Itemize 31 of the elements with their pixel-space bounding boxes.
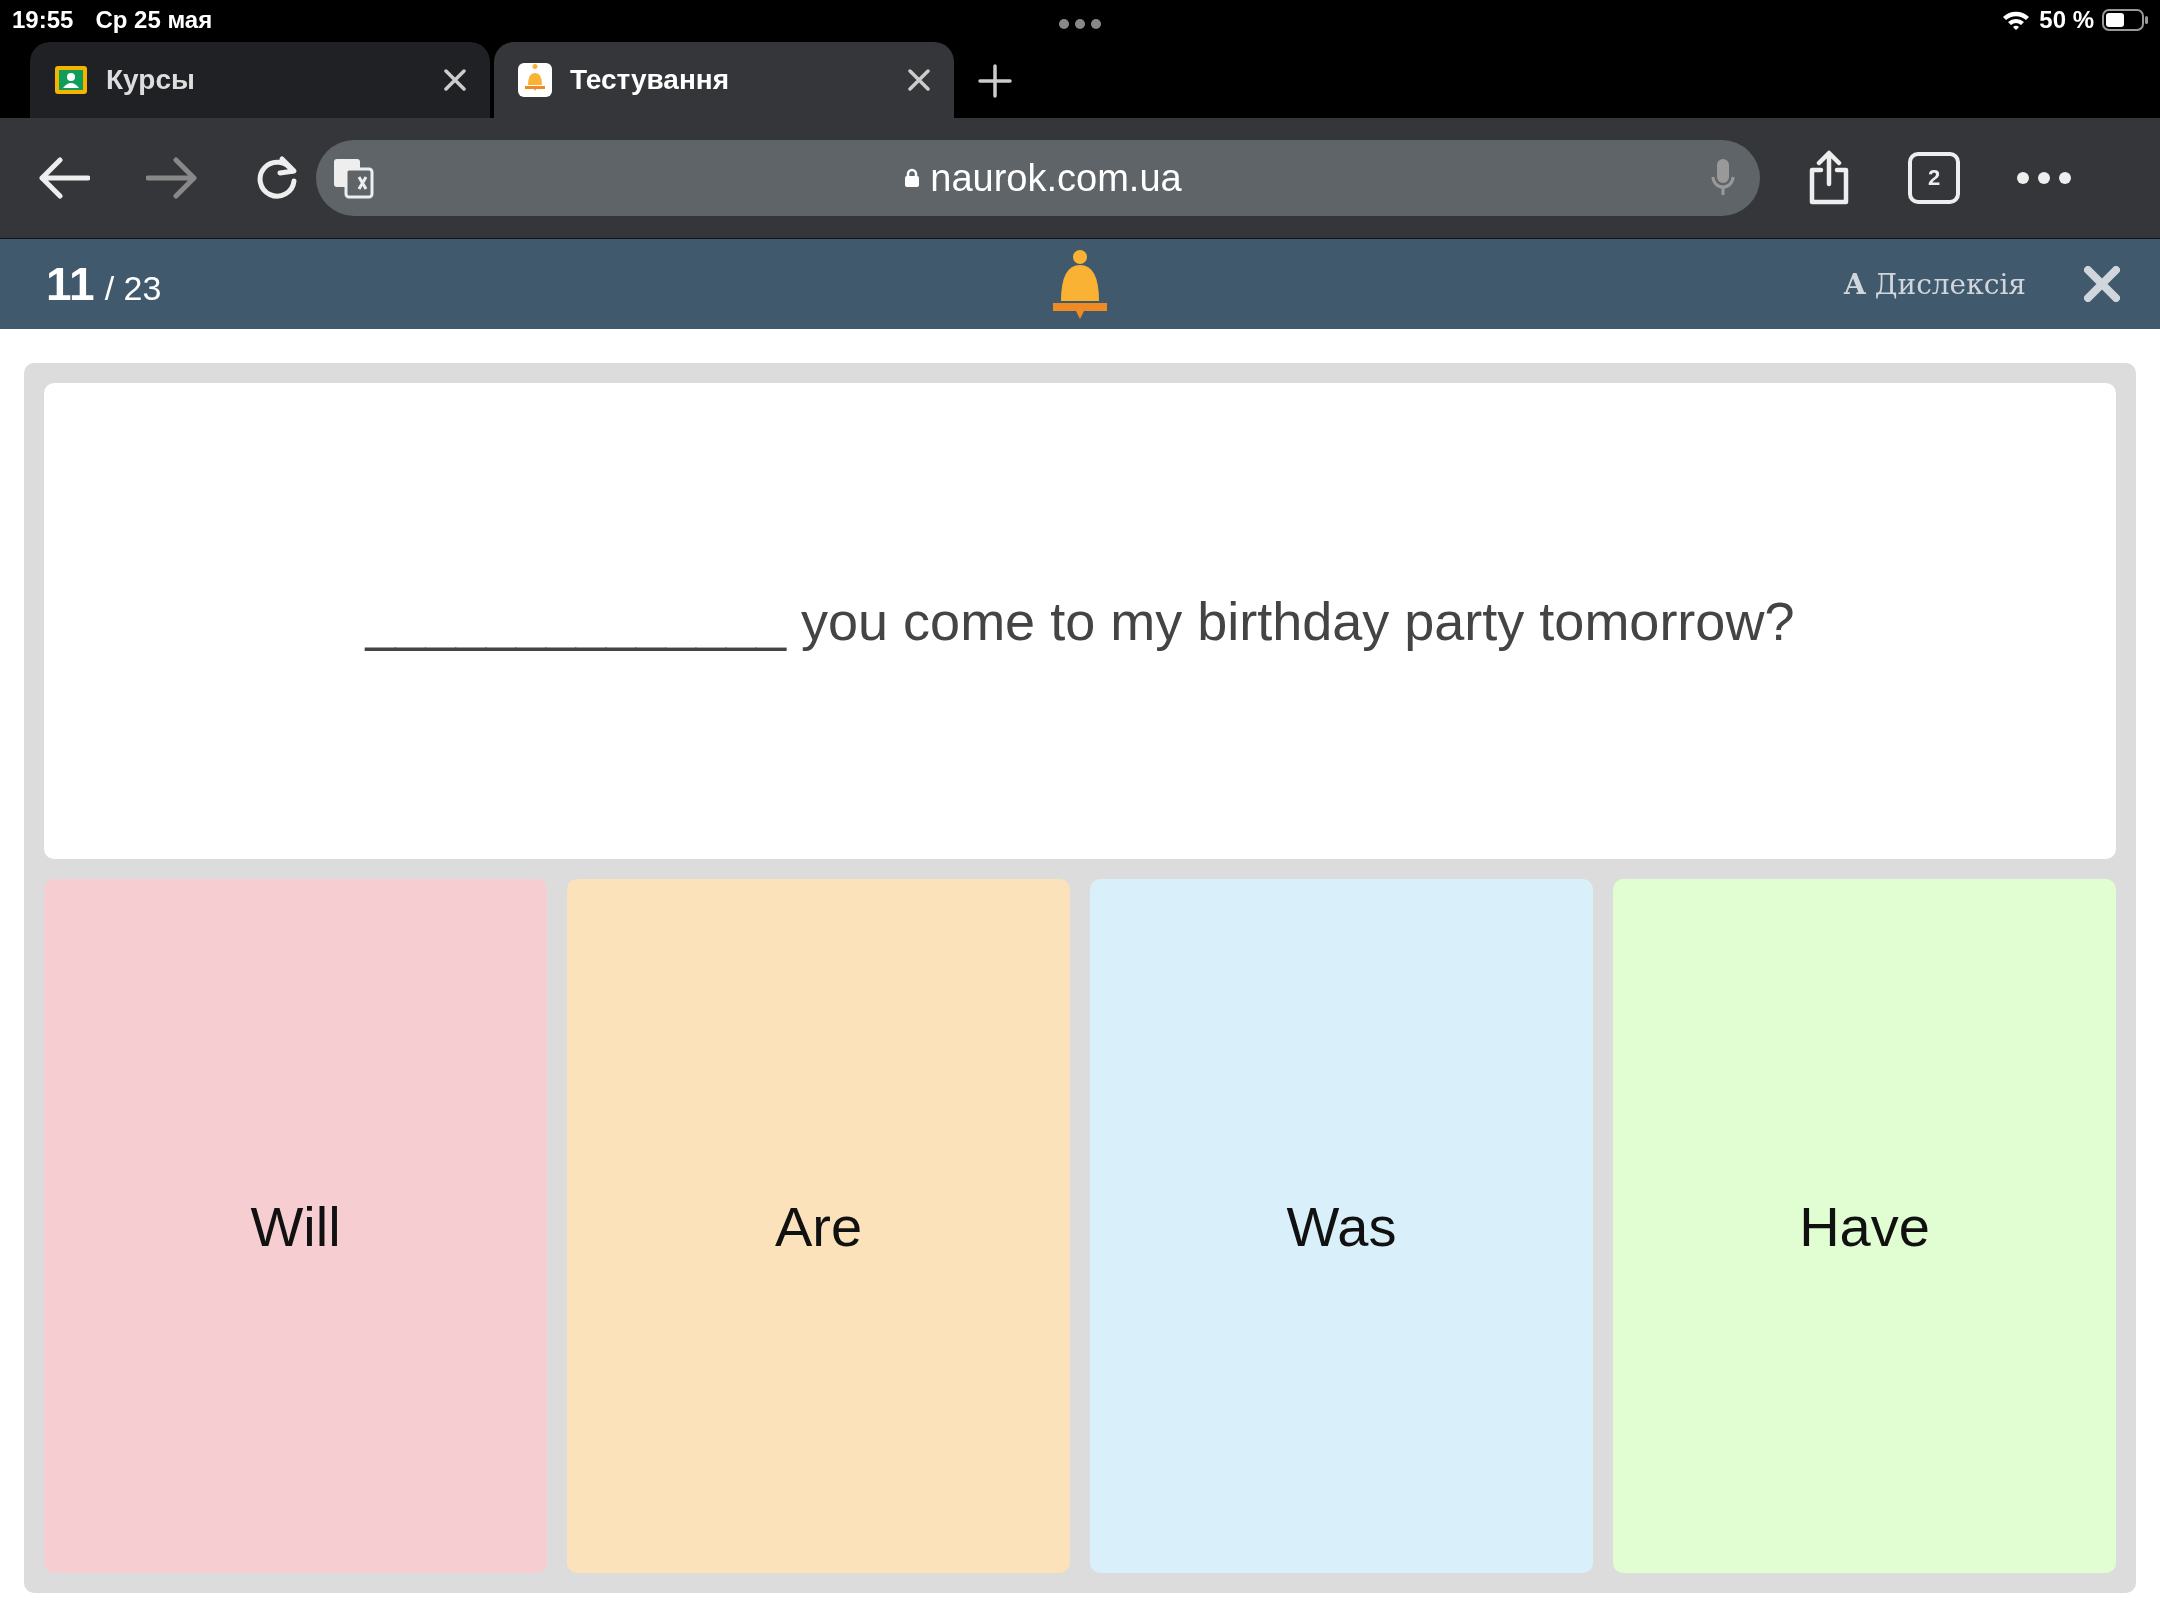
url-text: naurok.com.ua <box>930 156 1182 200</box>
bell-favicon-icon <box>518 63 552 97</box>
close-icon[interactable] <box>2084 266 2120 302</box>
answer-option[interactable]: Are <box>567 879 1070 1573</box>
question-text: ______________ you come to my birthday party tomorrow? <box>365 590 1795 652</box>
new-tab-plus-icon[interactable] <box>978 64 1012 98</box>
lock-icon <box>904 168 921 188</box>
back-arrow-icon[interactable] <box>38 156 90 200</box>
answer-option[interactable]: Was <box>1090 879 1593 1573</box>
translate-icon[interactable] <box>332 157 376 199</box>
dyslexia-font-button[interactable]: A Дислексія <box>1844 267 2026 301</box>
tab-count-button[interactable]: 2 <box>1908 152 1960 204</box>
classroom-favicon-icon <box>54 65 88 95</box>
status-time: 19:55 <box>12 6 74 34</box>
browser-tab[interactable]: Курсы <box>30 42 490 118</box>
address-bar[interactable]: naurok.com.ua <box>316 140 1760 216</box>
answer-option[interactable]: Will <box>44 879 547 1573</box>
question-total: / 23 <box>104 269 162 308</box>
forward-arrow-icon[interactable] <box>146 156 198 200</box>
status-date: Ср 25 мая <box>95 6 213 34</box>
wifi-icon <box>2001 9 2032 31</box>
bell-book-logo-icon <box>1051 249 1109 321</box>
more-dots-icon <box>1058 18 1102 30</box>
close-icon[interactable] <box>908 69 930 91</box>
battery-icon <box>2102 9 2148 31</box>
close-icon[interactable] <box>444 69 466 91</box>
more-icon[interactable] <box>2016 171 2072 185</box>
battery-percent: 50 % <box>2039 6 2094 34</box>
browser-tab[interactable]: Тестування <box>494 42 954 118</box>
question-number: 11 <box>46 257 95 311</box>
answer-option[interactable]: Have <box>1613 879 2116 1573</box>
